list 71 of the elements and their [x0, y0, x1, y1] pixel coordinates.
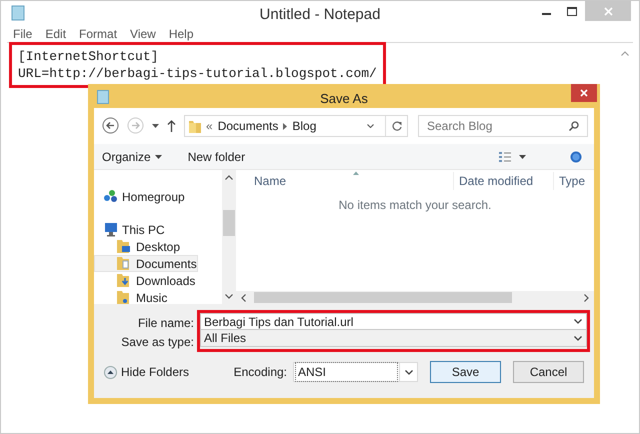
back-icon[interactable] [102, 117, 119, 134]
field-label: File name: [136, 315, 195, 332]
nav-item[interactable]: This PC [94, 221, 166, 238]
menu-item[interactable]: File [13, 25, 32, 43]
refresh-icon[interactable] [392, 121, 402, 131]
folder-icon [117, 256, 132, 271]
breadcrumb-item[interactable]: Blog [292, 117, 316, 135]
homegroup-icon [103, 189, 118, 204]
text-line: URL=http://berbagi-tips-tutorial.blogspot.com/ [18, 65, 377, 82]
dialog-title: Save As [320, 90, 368, 108]
search-icon [569, 121, 579, 131]
dropdown-icon[interactable] [367, 124, 374, 128]
close-button[interactable] [571, 84, 597, 102]
text-line: [InternetShortcut] [18, 48, 160, 65]
view-icon [499, 152, 511, 162]
breadcrumb-item[interactable]: Documents [218, 117, 278, 135]
column-header[interactable]: Name [236, 172, 453, 190]
view-button[interactable] [499, 152, 526, 162]
maximize-icon [567, 6, 577, 16]
computer-icon [103, 222, 118, 237]
field-label: Save as type: [120, 334, 195, 351]
folder-icon [117, 290, 132, 305]
dialog-icon [97, 90, 109, 104]
input-field[interactable]: Berbagi Tips dan Tutorial.url [200, 313, 587, 330]
dropdown-icon[interactable] [574, 319, 582, 324]
dialog-button[interactable]: Save [430, 361, 501, 383]
window-title: Untitled - Notepad [260, 5, 380, 25]
toolbar-button[interactable]: Organize [102, 148, 162, 166]
menu-item[interactable]: Help [168, 25, 194, 43]
search-field[interactable]: Search Blog [418, 115, 588, 137]
dropdown-field[interactable]: All Files [200, 330, 587, 347]
dropdown-icon[interactable] [404, 370, 412, 374]
column-header[interactable]: Type [553, 172, 593, 190]
column-header[interactable]: Date modified [453, 172, 553, 190]
scroll-thumb[interactable] [223, 210, 235, 236]
caret-icon [519, 154, 526, 158]
nav-item[interactable]: Desktop [94, 238, 182, 255]
nav-item[interactable]: Homegroup [94, 188, 186, 205]
close-icon [580, 89, 588, 97]
overflow-mark: « [206, 118, 213, 135]
address-bar[interactable]: « Documents Blog [184, 115, 408, 137]
minimize-icon [542, 13, 550, 15]
caret-icon [154, 154, 162, 158]
nav-item[interactable]: Downloads [94, 272, 196, 289]
scroll-down-icon[interactable] [225, 294, 233, 299]
dropdown-icon[interactable] [574, 336, 582, 340]
menu-item[interactable]: Format [79, 25, 118, 43]
menu-item[interactable]: Edit [45, 25, 66, 43]
encoding-dropdown[interactable]: ANSI [293, 362, 418, 382]
scroll-left-icon[interactable] [241, 294, 246, 302]
nav-item[interactable]: Music [94, 289, 168, 306]
toolbar-button[interactable]: New folder [188, 148, 246, 166]
scroll-thumb[interactable] [254, 292, 512, 303]
dialog-button[interactable]: Cancel [513, 361, 584, 383]
notepad-icon [11, 5, 25, 21]
caret-icon[interactable] [152, 124, 159, 128]
collapse-icon [104, 366, 117, 378]
hide-folders-button[interactable]: Hide Folders [104, 363, 190, 381]
folder-icon [117, 239, 132, 254]
encoding-label: Encoding: [234, 364, 287, 381]
scroll-right-icon[interactable] [584, 294, 589, 302]
scroll-up-icon[interactable] [225, 175, 233, 180]
menu-item[interactable]: View [130, 25, 156, 43]
folder-icon [117, 273, 132, 288]
chevron-icon [283, 122, 288, 130]
scroll-up-icon[interactable] [621, 51, 629, 56]
folder-icon [189, 119, 201, 133]
close-icon [604, 6, 612, 16]
empty-message: No items match your search. [338, 197, 492, 214]
nav-item[interactable]: Documents [94, 255, 198, 272]
up-arrow-icon[interactable] [167, 120, 176, 132]
